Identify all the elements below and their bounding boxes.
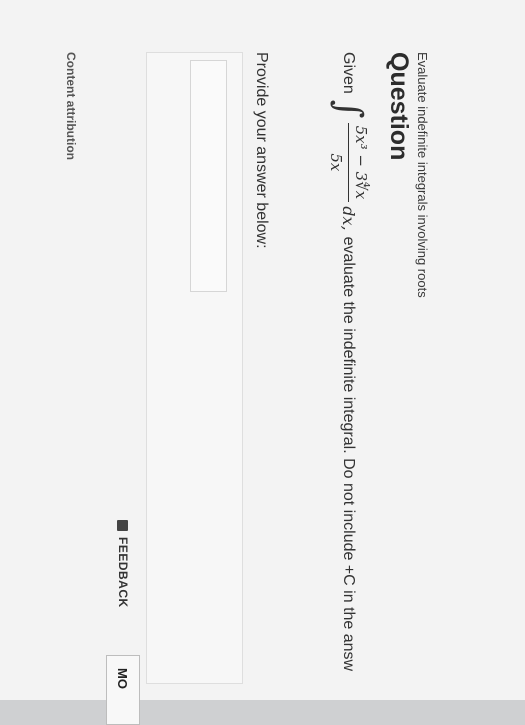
feedback-button[interactable]: FEEDBACK	[116, 520, 130, 608]
fraction-numerator: 5x³ − 3∜x	[348, 122, 370, 203]
integrand-fraction: 5x³ − 3∜x 5x	[327, 122, 370, 203]
answer-input[interactable]	[190, 60, 227, 292]
integral-sign-icon: ∫	[328, 99, 370, 119]
rotated-screen: Evaluate indefinite integrals involving …	[0, 0, 525, 725]
differential: dx,	[339, 206, 358, 231]
question-page: Evaluate indefinite integrals involving …	[0, 0, 525, 725]
given-label: Given	[340, 52, 358, 94]
more-label: MO	[115, 668, 131, 689]
question-heading: Question	[385, 52, 413, 161]
question-instruction: evaluate the indefinite integral. Do not…	[340, 236, 358, 672]
answer-label: Provide your answer below:	[253, 52, 270, 249]
breadcrumb-title: Evaluate indefinite integrals involving …	[415, 52, 430, 298]
content-attribution-link[interactable]: Content attribution	[64, 52, 78, 160]
question-prompt: Given ∫ 5x³ − 3∜x 5x dx, evaluate the in…	[327, 52, 370, 671]
fraction-denominator: 5x	[327, 153, 345, 172]
more-button[interactable]: MO	[106, 655, 140, 725]
feedback-icon	[117, 520, 129, 531]
feedback-label: FEEDBACK	[116, 537, 130, 608]
integral-expression: ∫ 5x³ − 3∜x 5x dx,	[327, 100, 370, 231]
